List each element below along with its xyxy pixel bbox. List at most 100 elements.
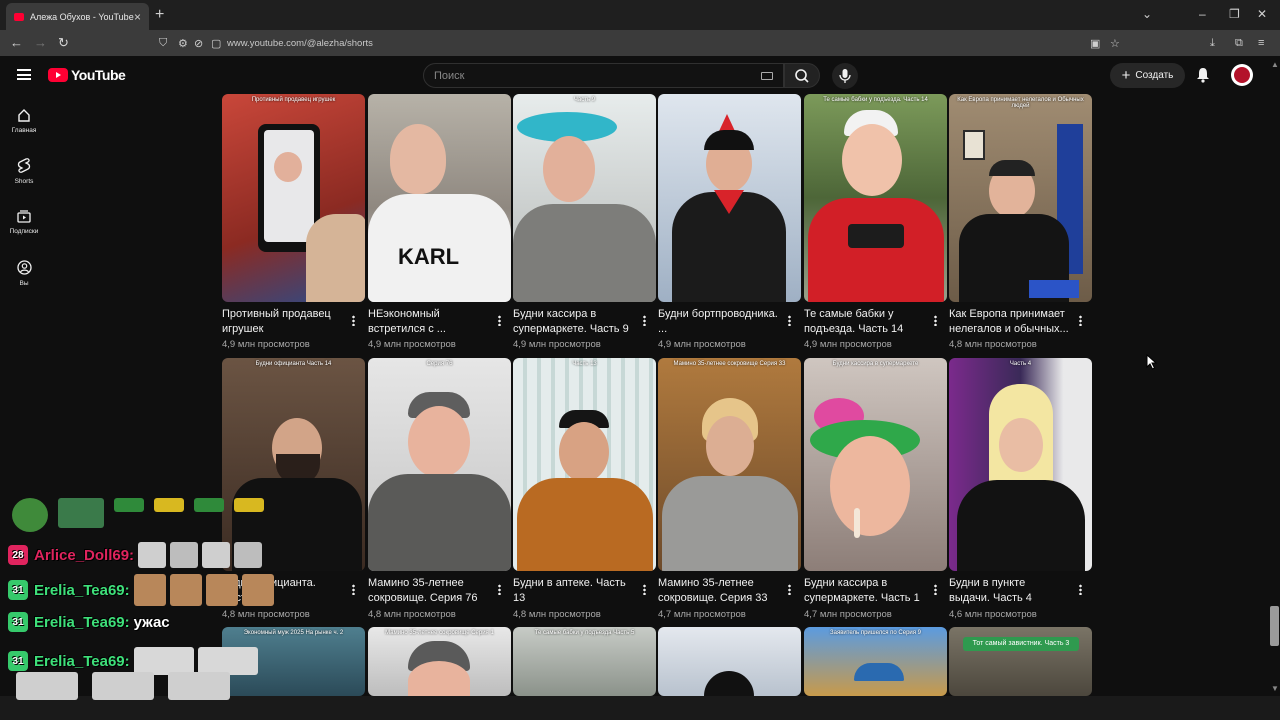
more-actions-icon[interactable] <box>352 315 355 326</box>
create-button[interactable]: + Создать <box>1110 63 1185 88</box>
short-thumbnail[interactable] <box>658 627 801 696</box>
more-actions-icon[interactable] <box>498 315 501 326</box>
scroll-up-icon[interactable]: ▲ <box>1271 60 1279 69</box>
short-title[interactable]: Будни бортпроводника. ... <box>658 307 778 337</box>
address-bar[interactable]: www.youtube.com/@alezha/shorts <box>227 38 373 49</box>
short-title[interactable]: НЕэкономный встретился с ... <box>368 307 488 337</box>
restore-icon[interactable]: ❐ <box>1229 7 1240 21</box>
stream-chat-overlay: 28 Arlice_Doll69: 31 Erelia_Tea69: 31 Er… <box>0 492 300 720</box>
browser-tab[interactable]: Алежа Обухов - YouTube × <box>6 3 149 30</box>
voice-search-button[interactable] <box>832 63 858 89</box>
sidebar-item-you[interactable]: Вы <box>0 260 48 304</box>
reader-view-icon[interactable]: ▣ <box>1090 37 1100 50</box>
short-title[interactable]: Будни кассира в супермаркете. Часть 1 <box>804 576 924 606</box>
short-card[interactable]: Мамино 35-летнее сокровище Серия 1 <box>368 627 511 696</box>
scroll-down-icon[interactable]: ▼ <box>1271 684 1279 693</box>
short-card[interactable]: KARL НЕэкономный встретился с ... 4,9 мл… <box>368 94 511 354</box>
short-title[interactable]: Будни в аптеке. Часть 13 <box>513 576 633 606</box>
search-button[interactable] <box>784 63 820 88</box>
short-card[interactable]: Те самые бабки у подъезда Часть 5 <box>513 627 656 696</box>
sub-badge: 28 <box>8 545 28 565</box>
short-card[interactable]: Мамино 35-летнее сокровище Серия 33 Мами… <box>658 358 801 620</box>
short-title[interactable]: Будни в пункте выдачи. Часть 4 <box>949 576 1069 606</box>
short-card[interactable]: Серия 76 Мамино 35-летнее сокровище. Сер… <box>368 358 511 620</box>
close-tab-icon[interactable]: × <box>134 10 141 24</box>
search-input[interactable]: Поиск <box>423 63 784 88</box>
shield-icon[interactable]: ⛉ <box>159 37 167 50</box>
short-card[interactable]: Будни кассира в супермаркете Будни касси… <box>804 358 947 620</box>
sidebar-item-shorts[interactable]: Shorts <box>0 158 48 202</box>
short-views: 4,8 млн просмотров <box>949 339 1037 350</box>
more-actions-icon[interactable] <box>643 315 646 326</box>
short-thumbnail[interactable]: Тот самый завистник. Часть 3 <box>949 627 1092 696</box>
more-actions-icon[interactable] <box>643 584 646 595</box>
short-card[interactable]: Противный продавец игрушек Противный про… <box>222 94 365 354</box>
short-thumbnail[interactable]: Мамино 35-летнее сокровище Серия 1 <box>368 627 511 696</box>
short-card[interactable]: Часть 13 Будни в аптеке. Часть 13 4,8 мл… <box>513 358 656 620</box>
short-thumbnail[interactable]: Часть 9 <box>513 94 656 302</box>
short-thumbnail[interactable]: Серия 76 <box>368 358 511 571</box>
short-thumbnail[interactable]: Как Европа принимает нелегалов и Обычных… <box>949 94 1092 302</box>
more-actions-icon[interactable] <box>788 584 791 595</box>
pepe-emote-icon <box>114 498 144 512</box>
permissions-icon[interactable]: ⚙ <box>178 37 188 50</box>
more-actions-icon[interactable] <box>352 584 355 595</box>
back-icon[interactable]: ← <box>10 35 23 50</box>
short-thumbnail[interactable]: KARL <box>368 94 511 302</box>
youtube-logo[interactable]: YouTube <box>48 67 126 83</box>
short-card[interactable]: Тот самый завистник. Часть 3 <box>949 627 1092 696</box>
sidebar-item-subscriptions[interactable]: Подписки <box>0 209 48 253</box>
face-emote-icon <box>234 542 263 568</box>
more-actions-icon[interactable] <box>498 584 501 595</box>
short-card[interactable]: Часть 9 Будни кассира в супермаркете. Ча… <box>513 94 656 354</box>
more-actions-icon[interactable] <box>1079 584 1082 595</box>
notifications-bell-icon[interactable] <box>1196 67 1210 83</box>
short-card[interactable]: Часть 4 Будни в пункте выдачи. Часть 4 4… <box>949 358 1092 620</box>
bookmark-star-icon[interactable]: ☆ <box>1110 37 1120 50</box>
short-thumbnail[interactable]: Будни кассира в супермаркете <box>804 358 947 571</box>
tab-list-icon[interactable]: ⌄ <box>1142 7 1152 21</box>
short-card[interactable] <box>658 627 801 696</box>
more-actions-icon[interactable] <box>788 315 791 326</box>
short-card[interactable]: Те самые бабки у подъезда. Часть 14 Те с… <box>804 94 947 354</box>
thumbnail-overlay-text: Мамино 35-летнее сокровище Серия 33 <box>673 361 786 367</box>
short-title[interactable]: Будни кассира в супермаркете. Часть 9 <box>513 307 633 337</box>
short-card[interactable]: Будни бортпроводника. ... 4,9 млн просмо… <box>658 94 801 354</box>
reload-icon[interactable]: ↻ <box>58 35 69 51</box>
short-title[interactable]: Как Европа принимает нелегалов и обычных… <box>949 307 1069 337</box>
account-avatar[interactable] <box>1231 64 1253 86</box>
short-title[interactable]: Те самые бабки у подъезда. Часть 14 <box>804 307 924 337</box>
short-thumbnail[interactable]: Противный продавец игрушек <box>222 94 365 302</box>
new-tab-icon[interactable]: + <box>155 6 164 24</box>
sidebar-item-home[interactable]: Главная <box>0 108 48 152</box>
downloads-icon[interactable]: ⤓ <box>1210 37 1215 50</box>
forward-icon[interactable]: → <box>34 35 47 50</box>
menu-icon[interactable]: ≡ <box>1258 37 1264 49</box>
short-thumbnail[interactable]: Те самые бабки у подъезда. Часть 14 <box>804 94 947 302</box>
short-card[interactable]: Как Европа принимает нелегалов и Обычных… <box>949 94 1092 354</box>
short-thumbnail[interactable]: Часть 4 <box>949 358 1092 571</box>
short-card[interactable]: Заявитель пришелся по Серия 9 <box>804 627 947 696</box>
short-thumbnail[interactable]: Часть 13 <box>513 358 656 571</box>
extensions-icon[interactable]: ⧉ <box>1235 37 1243 50</box>
scrollbar-thumb[interactable] <box>1270 606 1279 646</box>
short-title[interactable]: Мамино 35-летнее сокровище. Серия 76 <box>368 576 488 606</box>
short-title[interactable]: Мамино 35-летнее сокровище. Серия 33 <box>658 576 778 606</box>
minimize-icon[interactable]: – <box>1199 7 1206 21</box>
thumbnail-overlay-text: Заявитель пришелся по Серия 9 <box>829 630 922 636</box>
short-thumbnail[interactable]: Заявитель пришелся по Серия 9 <box>804 627 947 696</box>
more-actions-icon[interactable] <box>934 315 937 326</box>
page-scrollbar[interactable]: ▲ ▼ <box>1269 56 1280 696</box>
tracking-icon[interactable]: ⊘ <box>194 37 203 50</box>
keyboard-icon[interactable] <box>761 71 773 80</box>
short-title[interactable]: Противный продавец игрушек <box>222 307 342 337</box>
more-actions-icon[interactable] <box>934 584 937 595</box>
cat-emote-icon <box>168 672 230 700</box>
short-thumbnail[interactable]: Те самые бабки у подъезда Часть 5 <box>513 627 656 696</box>
hamburger-menu-icon[interactable] <box>17 69 31 80</box>
page-icon[interactable]: ▢ <box>211 37 221 50</box>
short-thumbnail[interactable] <box>658 94 801 302</box>
more-actions-icon[interactable] <box>1079 315 1082 326</box>
short-thumbnail[interactable]: Мамино 35-летнее сокровище Серия 33 <box>658 358 801 571</box>
close-window-icon[interactable]: ✕ <box>1257 7 1267 21</box>
